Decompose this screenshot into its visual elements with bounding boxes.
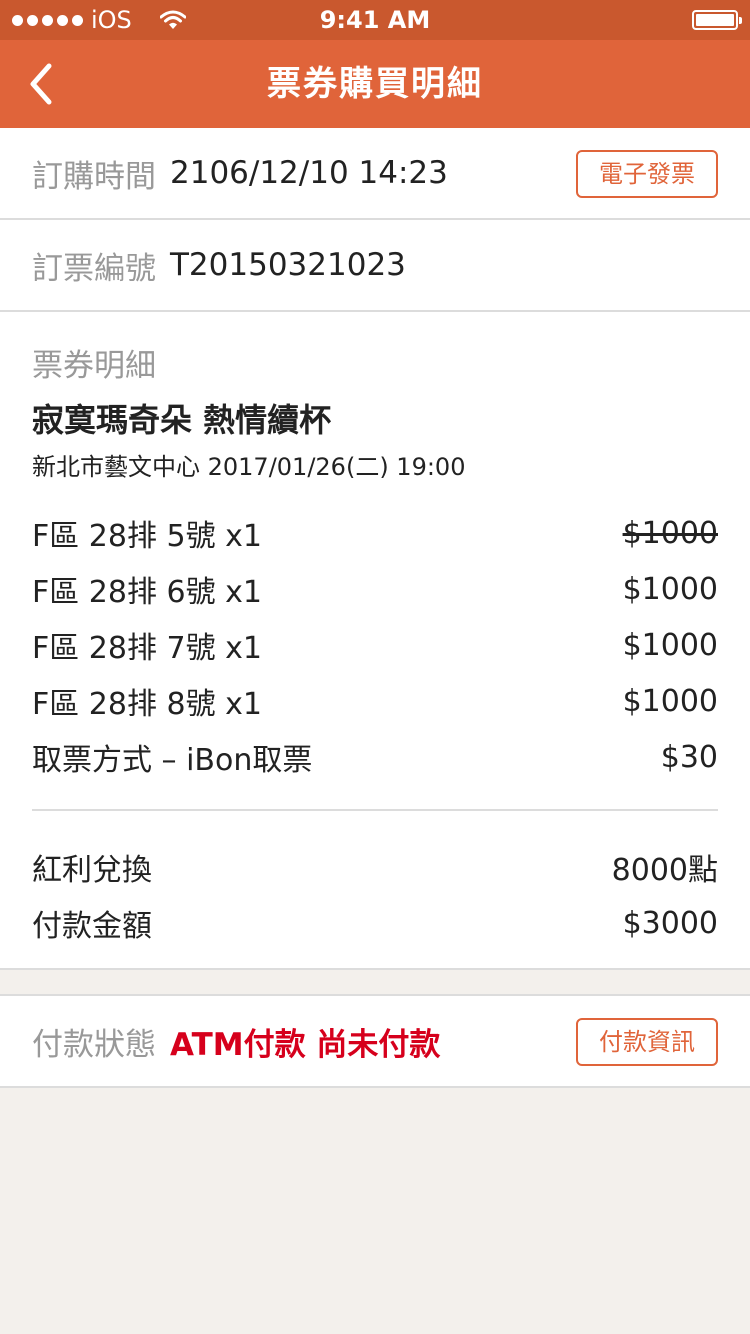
payment-amount-label: 付款金額 [32,909,152,944]
ticket-line-label: F區 28排 5號 x1 [32,519,262,554]
order-number-value: T20150321023 [170,247,406,283]
event-name: 寂寞瑪奇朵 熱情續杯 [32,401,332,439]
ticket-line-item: F區 28排 8號 x1 $1000 [32,681,718,723]
back-button[interactable] [10,54,70,114]
e-invoice-button[interactable]: 電子發票 [576,150,718,198]
ticket-line-price: $1000 [622,627,718,663]
ticket-line-label: F區 28排 8號 x1 [32,687,262,722]
order-number-label: 訂票編號 [32,250,156,287]
divider [0,1086,750,1088]
pickup-method-price: $30 [660,739,718,775]
page-title: 票券購買明細 [267,64,483,104]
status-time: 9:41 AM [319,6,431,34]
payment-amount-line: 付款金額 $3000 [32,903,718,945]
order-time-row: 訂購時間 2106/12/10 14:23 電子發票 [0,128,750,218]
payment-amount-value: $3000 [622,905,718,941]
bonus-redemption-line: 紅利兌換 8000點 [32,847,718,888]
order-number-row: 訂票編號 T20150321023 [0,220,750,310]
pickup-method-line: 取票方式 – iBon取票 $30 [32,737,718,779]
ticket-line-price: $1000 [622,683,718,719]
chevron-left-icon [30,63,52,105]
order-number-content: 訂票編號 T20150321023 [32,220,406,310]
payment-status-label: 付款狀態 [32,1026,156,1063]
payment-info-button[interactable]: 付款資訊 [576,1018,718,1066]
ticket-line-item: F區 28排 5號 x1 $1000 [32,513,718,555]
ticket-line-item: F區 28排 7號 x1 $1000 [32,625,718,667]
payment-status-content: 付款狀態 ATM付款 尚未付款 [32,996,440,1086]
ticket-line-price: $1000 [622,515,718,551]
pickup-method-label: 取票方式 – iBon取票 [32,743,313,778]
navigation-bar: 票券購買明細 [0,40,750,128]
payment-status-value: ATM付款 尚未付款 [170,1026,441,1063]
status-bar: iOS 9:41 AM [0,0,750,40]
bonus-value: 8000點 [611,853,718,888]
event-venue-time: 新北市藝文中心 2017/01/26(二) 19:00 [32,453,466,481]
ticket-details-title: 票券明細 [32,348,156,384]
divider [0,968,750,970]
bonus-label: 紅利兌換 [32,853,152,888]
divider [32,809,718,811]
ticket-line-item: F區 28排 6號 x1 $1000 [32,569,718,611]
ticket-line-label: F區 28排 6號 x1 [32,575,262,610]
payment-status-row: 付款狀態 ATM付款 尚未付款 付款資訊 [0,996,750,1086]
order-time-content: 訂購時間 2106/12/10 14:23 [32,128,448,218]
order-time-value: 2106/12/10 14:23 [170,155,448,191]
order-time-label: 訂購時間 [32,158,156,195]
battery-icon [692,10,742,30]
ticket-line-price: $1000 [622,571,718,607]
ticket-line-label: F區 28排 7號 x1 [32,631,262,666]
